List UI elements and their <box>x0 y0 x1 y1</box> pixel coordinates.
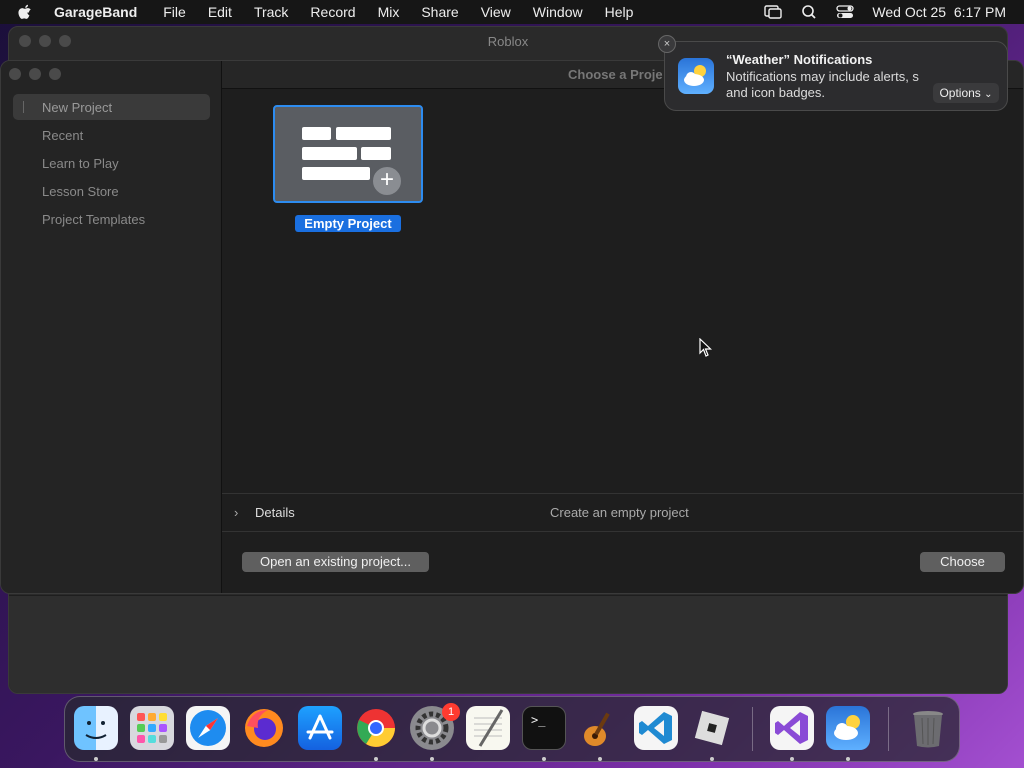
add-plus-icon: + <box>371 165 403 197</box>
sidebar-item-label: Lesson Store <box>42 183 119 199</box>
tile-brick <box>302 167 370 180</box>
chevron-down-icon: ⌄ <box>984 89 993 100</box>
menu-file[interactable]: File <box>163 4 186 20</box>
dialog-zoom-button[interactable] <box>49 68 61 80</box>
running-indicator <box>790 757 794 761</box>
details-description: Create an empty project <box>550 505 689 520</box>
sidebar-item-new-project[interactable]: New Project <box>13 94 210 120</box>
menu-app-name[interactable]: GarageBand <box>54 4 137 20</box>
notification-body-line: Notifications may include alerts, s <box>726 69 919 84</box>
sidebar-item-label: Project Templates <box>42 211 146 227</box>
running-indicator <box>598 757 602 761</box>
weather-app-icon <box>678 58 714 94</box>
menu-datetime[interactable]: Wed Oct 25 6:17 PM <box>872 4 1006 20</box>
close-window-button[interactable] <box>19 35 31 47</box>
menu-mix[interactable]: Mix <box>378 4 400 20</box>
running-indicator <box>94 757 98 761</box>
sidebar-item-lesson-store[interactable]: Lesson Store <box>13 178 210 204</box>
menu-record[interactable]: Record <box>310 4 355 20</box>
dock-separator <box>888 707 889 751</box>
roblox-studio-icon[interactable] <box>690 706 734 750</box>
weather-notification[interactable]: × “Weather” Notifications Notifications … <box>658 35 1008 111</box>
tile-brick <box>302 127 331 140</box>
launchpad-icon[interactable] <box>130 706 174 750</box>
dialog-window-controls <box>9 68 61 80</box>
finder-icon[interactable] <box>74 706 118 750</box>
apple-icon[interactable] <box>18 4 34 20</box>
sidebar-item-label: Learn to Play <box>42 155 119 171</box>
menu-edit[interactable]: Edit <box>208 4 232 20</box>
spotlight-search-icon[interactable] <box>800 4 818 20</box>
firefox-icon[interactable] <box>242 706 286 750</box>
terminal-icon[interactable]: >_ <box>522 706 566 750</box>
details-label[interactable]: Details <box>255 505 295 520</box>
running-indicator <box>542 757 546 761</box>
notification-options-button[interactable]: Options ⌄ <box>933 83 999 103</box>
garageband-icon[interactable] <box>578 706 622 750</box>
app-store-icon[interactable] <box>298 706 342 750</box>
notification-body-line: and icon badges. <box>726 85 826 100</box>
notification-close-icon[interactable]: × <box>658 35 676 53</box>
dialog-close-button[interactable] <box>9 68 21 80</box>
roblox-lower-panel <box>9 595 1007 693</box>
running-indicator <box>846 757 850 761</box>
document-icon <box>23 101 31 113</box>
notification-body: Notifications may include alerts, s and … <box>726 69 936 101</box>
menu-share[interactable]: Share <box>421 4 458 20</box>
running-indicator <box>374 757 378 761</box>
sidebar-item-recent[interactable]: Recent <box>13 122 210 148</box>
dock: 1 >_ <box>64 696 960 762</box>
visual-studio-icon[interactable] <box>770 706 814 750</box>
notification-title: “Weather” Notifications <box>726 52 873 67</box>
disclosure-chevron-icon[interactable]: › <box>234 505 238 520</box>
project-sidebar: New Project Recent Learn to Play Lesson … <box>1 61 222 593</box>
tile-brick <box>361 147 391 160</box>
dock-separator <box>752 707 753 751</box>
menu-view[interactable]: View <box>481 4 511 20</box>
menu-track[interactable]: Track <box>254 4 288 20</box>
sidebar-item-project-templates[interactable]: Project Templates <box>13 206 210 232</box>
dialog-title: Choose a Proje <box>568 67 663 82</box>
zoom-window-button[interactable] <box>59 35 71 47</box>
tile-brick <box>336 127 391 140</box>
mouse-cursor-icon <box>699 338 712 357</box>
menu-help[interactable]: Help <box>605 4 634 20</box>
trash-icon[interactable] <box>906 706 950 750</box>
sidebar-item-label: New Project <box>42 99 113 115</box>
sidebar-item-label: Recent <box>42 127 84 143</box>
tile-brick <box>302 147 357 160</box>
empty-project-label[interactable]: Empty Project <box>295 215 401 232</box>
chrome-icon[interactable] <box>354 706 398 750</box>
open-existing-project-button[interactable]: Open an existing project... <box>242 552 429 572</box>
choose-button[interactable]: Choose <box>920 552 1005 572</box>
weather-icon[interactable] <box>826 706 870 750</box>
roblox-window-controls <box>19 35 71 47</box>
options-label: Options <box>939 86 981 100</box>
details-bar: › Details Create an empty project <box>222 493 1023 532</box>
menu-bar: GarageBand File Edit Track Record Mix Sh… <box>0 0 1024 24</box>
terminal-prompt-glyph: >_ <box>531 713 546 727</box>
running-indicator <box>710 757 714 761</box>
safari-icon[interactable] <box>186 706 230 750</box>
running-indicator <box>430 757 434 761</box>
dialog-minimize-button[interactable] <box>29 68 41 80</box>
screen-mirroring-icon[interactable] <box>764 4 783 20</box>
choose-project-dialog: New Project Recent Learn to Play Lesson … <box>0 60 1024 594</box>
sidebar-item-learn-to-play[interactable]: Learn to Play <box>13 150 210 176</box>
control-center-icon[interactable] <box>836 4 855 20</box>
minimize-window-button[interactable] <box>39 35 51 47</box>
textedit-icon[interactable] <box>466 706 510 750</box>
empty-project-tile[interactable]: + <box>273 105 423 203</box>
visual-studio-code-icon[interactable] <box>634 706 678 750</box>
menu-window[interactable]: Window <box>533 4 583 20</box>
notification-badge: 1 <box>442 703 460 721</box>
roblox-window-title: Roblox <box>487 33 529 49</box>
